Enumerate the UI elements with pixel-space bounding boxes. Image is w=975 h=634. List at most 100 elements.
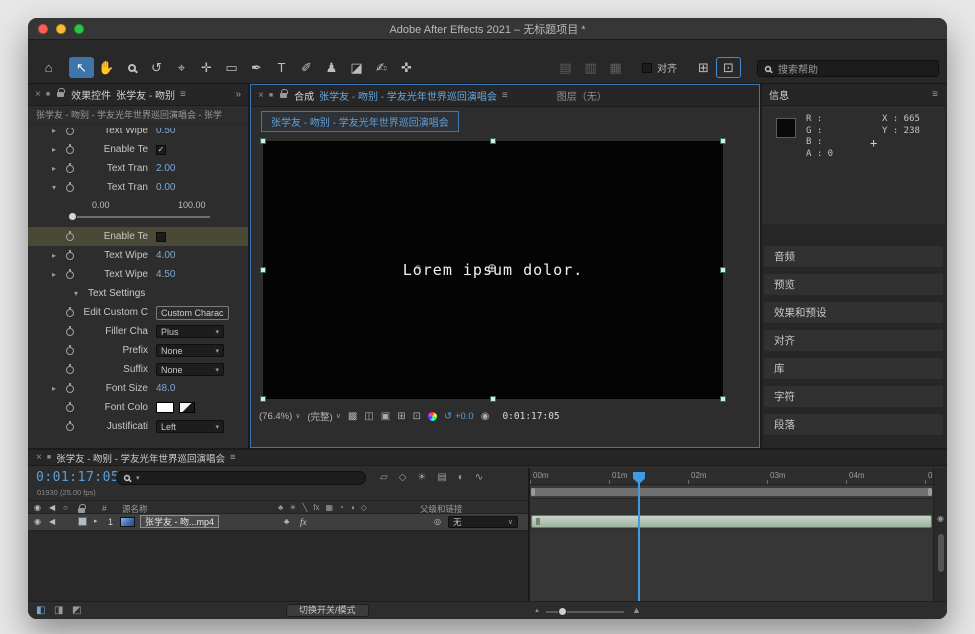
align-toggle[interactable]: 对齐 <box>642 60 677 75</box>
selection-handle[interactable] <box>720 138 726 144</box>
property-slider-row[interactable]: 0.00 100.00 <box>28 197 248 227</box>
stopwatch-icon[interactable] <box>66 233 82 241</box>
layer-viewer-tab[interactable]: 图层（无） <box>557 88 607 103</box>
twirl-icon[interactable]: ▸ <box>52 270 66 279</box>
toggle-switches-modes-button[interactable]: 切换开关/模式 <box>286 604 369 617</box>
parent-select[interactable]: 无∨ <box>448 516 518 528</box>
property-row[interactable]: ▸ Enable Te ✓ <box>28 140 248 159</box>
minimize-window-button[interactable] <box>56 24 66 34</box>
help-search-input[interactable]: 搜索帮助 <box>757 60 939 77</box>
twirl-icon[interactable]: ▸ <box>52 145 66 154</box>
property-group-row[interactable]: ▾ Text Settings <box>28 284 248 303</box>
align-checkbox[interactable] <box>642 63 652 73</box>
twirl-icon[interactable]: ▸ <box>52 128 66 135</box>
stopwatch-icon[interactable] <box>66 146 82 154</box>
layer-duration-bar[interactable] <box>531 515 932 528</box>
zoom-select[interactable]: (76.4%)∨ <box>259 411 300 422</box>
twirl-icon[interactable]: ▸ <box>52 384 66 393</box>
toggle-switches-pane-icon[interactable]: ◧ <box>36 605 45 616</box>
viewer-option-icon[interactable]: ⊡ <box>413 411 421 422</box>
fx-switch[interactable]: fx <box>300 517 307 527</box>
reset-exposure-icon[interactable]: ↺ <box>444 411 452 422</box>
selection-handle[interactable] <box>490 138 496 144</box>
snapshot-camera-icon[interactable]: ◉ <box>481 411 490 422</box>
selection-handle[interactable] <box>490 396 496 402</box>
more-tabs-icon[interactable]: » <box>235 89 241 100</box>
stopwatch-icon[interactable] <box>66 184 82 192</box>
stopwatch-icon[interactable] <box>66 165 82 173</box>
current-timecode[interactable]: 0:01:17:05 <box>36 470 119 485</box>
track-background[interactable] <box>530 530 933 601</box>
property-row[interactable]: ▾ Text Tran 0.00 <box>28 178 248 197</box>
anchor-point-icon[interactable]: ⊕ <box>487 261 497 275</box>
timeline-zoom-knob[interactable] <box>558 607 567 616</box>
swap-colors-icon[interactable] <box>179 402 195 413</box>
eraser-tool[interactable]: ◪ <box>344 57 369 78</box>
zoom-tool[interactable] <box>119 57 144 78</box>
stopwatch-icon[interactable] <box>66 385 82 393</box>
label-color-chip[interactable] <box>78 517 87 526</box>
property-checkbox[interactable]: ✓ <box>156 145 166 155</box>
collapsed-panel-header[interactable]: 预览 <box>764 274 943 295</box>
layer-audio-icon[interactable]: ◀ <box>49 517 55 526</box>
layer-list-empty-area[interactable] <box>28 530 528 601</box>
selection-handle[interactable] <box>260 138 266 144</box>
twirl-icon[interactable]: ▾ <box>52 183 66 192</box>
viewer-option-icon[interactable]: ▣ <box>381 411 390 422</box>
toggle-transfer-pane-icon[interactable]: ◨ <box>54 605 63 616</box>
timeline-view-icon[interactable]: ◇ <box>399 472 407 483</box>
stopwatch-icon[interactable] <box>66 423 82 431</box>
viewer-option-icon[interactable]: ▩ <box>348 411 357 422</box>
property-value[interactable]: 0.00 <box>156 182 175 193</box>
track-camera-tool[interactable]: ⌖ <box>169 57 194 78</box>
property-row[interactable]: ▸ Text Wipe 4.50 <box>28 265 248 284</box>
close-panel-icon[interactable]: × <box>258 90 264 101</box>
timeline-search-input[interactable]: ▾ <box>116 471 366 485</box>
puppet-pin-tool[interactable]: ✜ <box>394 57 419 78</box>
collapsed-panel-header[interactable]: 对齐 <box>764 330 943 351</box>
panel-menu-icon[interactable]: ≡ <box>502 90 508 101</box>
property-row-selected[interactable]: Enable Te <box>28 227 248 246</box>
property-value[interactable]: 2.00 <box>156 163 175 174</box>
property-value[interactable]: 4.00 <box>156 250 175 261</box>
layer-visibility-icon[interactable]: ◉ <box>34 517 41 526</box>
comp-marker-icon[interactable]: ◉ <box>937 514 944 523</box>
lock-icon[interactable] <box>280 93 287 98</box>
clone-stamp-tool[interactable]: ♟ <box>319 57 344 78</box>
twirl-icon[interactable]: ▸ <box>52 251 66 260</box>
property-value[interactable]: 4.50 <box>156 269 175 280</box>
property-checkbox[interactable] <box>156 232 166 242</box>
roto-brush-tool[interactable]: ✍ <box>369 57 394 78</box>
property-select[interactable]: Plus▾ <box>156 325 224 338</box>
property-row[interactable]: ▸ Font Size 48.0 <box>28 379 248 398</box>
selection-handle[interactable] <box>720 267 726 273</box>
info-tab[interactable]: 信息 <box>769 87 789 102</box>
home-tool[interactable]: ⌂ <box>36 57 61 78</box>
property-value[interactable]: 48.0 <box>156 383 175 394</box>
stopwatch-icon[interactable] <box>66 128 82 135</box>
parent-pickwhip-icon[interactable]: ◎ <box>434 517 441 526</box>
property-row[interactable]: ▸ Text Wipe 0.50 <box>28 128 248 140</box>
titlebar[interactable]: Adobe After Effects 2021 – 无标题项目 * <box>28 18 947 40</box>
collapsed-panel-header[interactable]: 字符 <box>764 386 943 407</box>
collapsed-panel-header[interactable]: 效果和预设 <box>764 302 943 323</box>
close-window-button[interactable] <box>38 24 48 34</box>
timeline-view-icon[interactable]: ◐ <box>458 472 464 483</box>
brush-tool[interactable]: ✐ <box>294 57 319 78</box>
selection-handle[interactable] <box>260 267 266 273</box>
selection-handle[interactable] <box>720 396 726 402</box>
layer-name[interactable]: 张学友 - 吻...mp4 <box>140 515 219 528</box>
property-row[interactable]: ▸ Text Wipe 4.00 <box>28 246 248 265</box>
selection-tool[interactable]: ↖ <box>69 57 94 78</box>
hand-tool[interactable]: ✋ <box>94 57 119 78</box>
property-row[interactable]: Justificati Left▾ <box>28 417 248 436</box>
fullscreen-window-button[interactable] <box>74 24 84 34</box>
composition-tab-label[interactable]: 合成 <box>294 88 314 103</box>
property-row[interactable]: ▸ Text Tran 2.00 <box>28 159 248 178</box>
collapsed-panel-header[interactable]: 段落 <box>764 414 943 435</box>
viewer-composition-chip[interactable]: 张学友 - 吻别 - 学友光年世界巡回演唱会 <box>261 111 459 132</box>
pan-behind-tool[interactable]: ✛ <box>194 57 219 78</box>
channel-color-wheel-icon[interactable] <box>428 412 437 421</box>
type-tool[interactable]: T <box>269 57 294 78</box>
layer-twirl-icon[interactable]: ▸ <box>94 517 98 525</box>
